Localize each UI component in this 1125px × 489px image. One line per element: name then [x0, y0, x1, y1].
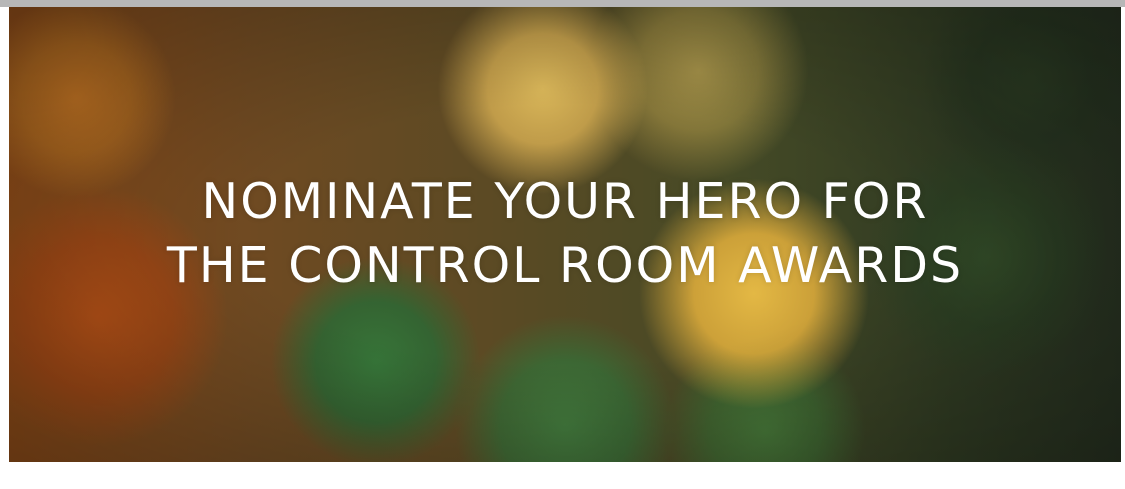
headline-line-2: THE CONTROL ROOM AWARDS	[166, 237, 964, 294]
bottom-whitespace	[0, 462, 1125, 489]
banner-headline: NOMINATE YOUR HERO FOR THE CONTROL ROOM …	[9, 170, 1121, 298]
headline-line-1: NOMINATE YOUR HERO FOR	[201, 173, 929, 230]
top-border	[0, 0, 1125, 7]
hero-banner[interactable]: NOMINATE YOUR HERO FOR THE CONTROL ROOM …	[9, 7, 1121, 462]
page-frame: NOMINATE YOUR HERO FOR THE CONTROL ROOM …	[0, 0, 1125, 489]
